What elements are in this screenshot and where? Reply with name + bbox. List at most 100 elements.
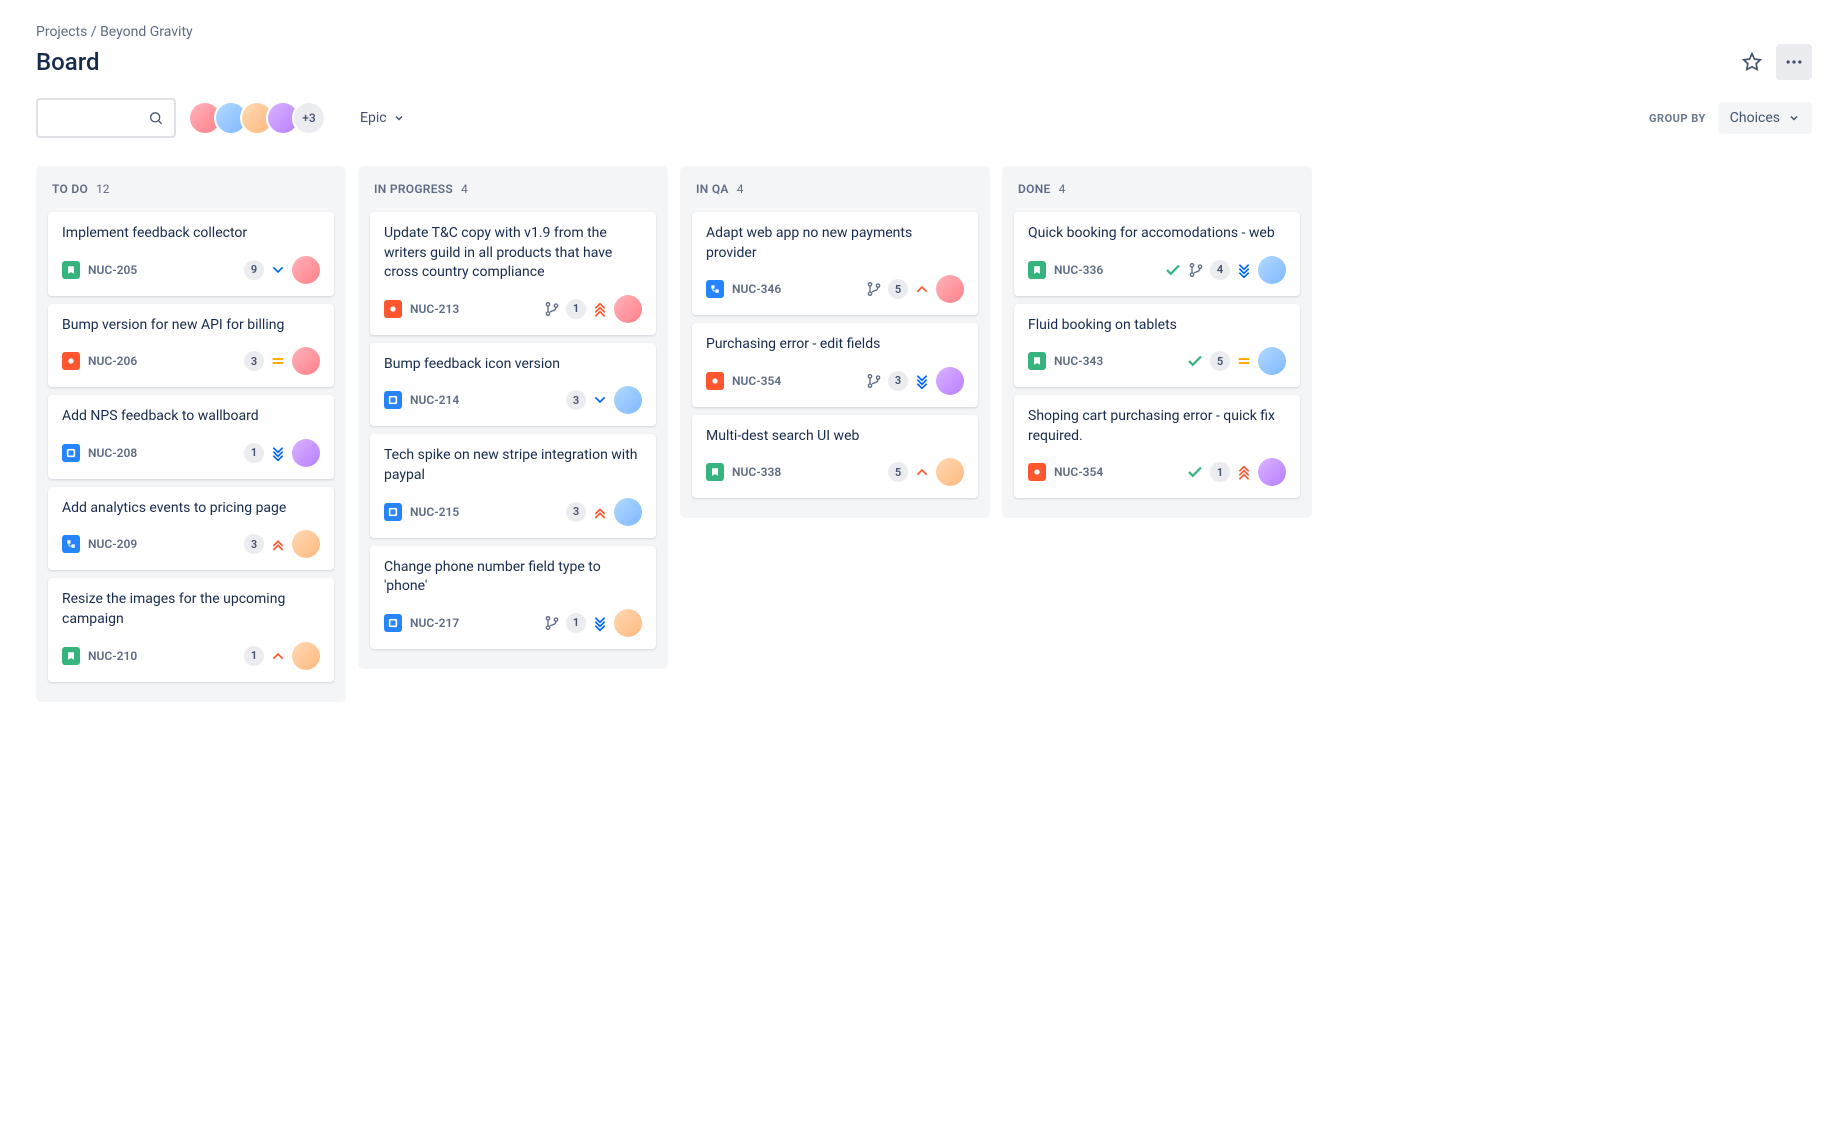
card-key: NUC-210 — [88, 649, 137, 663]
story-points-badge: 3 — [566, 390, 586, 410]
card[interactable]: Adapt web app no new payments provider N… — [692, 212, 978, 315]
assignee-avatar[interactable] — [614, 295, 642, 323]
card[interactable]: Resize the images for the upcoming campa… — [48, 578, 334, 681]
priority-lowest-icon — [914, 373, 930, 389]
card-title: Purchasing error - edit fields — [706, 335, 964, 355]
card-title: Bump feedback icon version — [384, 355, 642, 375]
column-count: 4 — [461, 182, 468, 196]
bug-type-icon — [62, 352, 80, 370]
bug-type-icon — [706, 372, 724, 390]
assignee-avatar[interactable] — [614, 386, 642, 414]
card[interactable]: Quick booking for accomodations - web NU… — [1014, 212, 1300, 296]
card-key: NUC-354 — [1054, 465, 1103, 479]
assignee-avatar[interactable] — [1258, 256, 1286, 284]
bug-type-icon — [1028, 463, 1046, 481]
priority-high-single-icon — [270, 648, 286, 664]
priority-high-single-icon — [914, 464, 930, 480]
search-input-wrapper[interactable] — [36, 98, 176, 138]
more-icon — [1784, 52, 1804, 72]
priority-highest-icon — [1236, 464, 1252, 480]
assignee-avatar[interactable] — [1258, 458, 1286, 486]
card-key: NUC-343 — [1054, 354, 1103, 368]
column-count: 12 — [96, 182, 110, 196]
assignee-avatar[interactable] — [292, 530, 320, 558]
star-icon — [1742, 52, 1762, 72]
column-to-do: TO DO 12 Implement feedback collector NU… — [36, 166, 346, 702]
assignee-avatar[interactable] — [292, 439, 320, 467]
assignee-avatar[interactable] — [292, 256, 320, 284]
task-type-icon — [384, 503, 402, 521]
story-points-badge: 9 — [244, 260, 264, 280]
kanban-board: TO DO 12 Implement feedback collector NU… — [36, 166, 1812, 702]
column-count: 4 — [1059, 182, 1066, 196]
groupby-dropdown[interactable]: Choices — [1718, 102, 1812, 134]
card[interactable]: Multi-dest search UI web NUC-338 5 — [692, 415, 978, 499]
priority-medium-icon — [270, 353, 286, 369]
card-title: Update T&C copy with v1.9 from the write… — [384, 224, 642, 283]
story-points-badge: 1 — [244, 646, 264, 666]
more-button[interactable] — [1776, 44, 1812, 80]
card-title: Change phone number field type to 'phone… — [384, 558, 642, 597]
assignee-avatar[interactable] — [936, 367, 964, 395]
search-icon — [148, 109, 164, 127]
column-in-progress: IN PROGRESS 4 Update T&C copy with v1.9 … — [358, 166, 668, 669]
story-points-badge: 5 — [888, 279, 908, 299]
priority-lowest-icon — [592, 615, 608, 631]
groupby-value: Choices — [1730, 110, 1780, 126]
subtask-type-icon — [706, 280, 724, 298]
card[interactable]: Add NPS feedback to wallboard NUC-208 1 — [48, 395, 334, 479]
card[interactable]: Add analytics events to pricing page NUC… — [48, 487, 334, 571]
story-points-badge: 3 — [566, 502, 586, 522]
card-key: NUC-206 — [88, 354, 137, 368]
assignee-avatar[interactable] — [1258, 347, 1286, 375]
branch-icon — [1188, 262, 1204, 278]
card[interactable]: Change phone number field type to 'phone… — [370, 546, 656, 649]
assignee-avatar[interactable] — [614, 498, 642, 526]
priority-high-single-icon — [914, 281, 930, 297]
card[interactable]: Purchasing error - edit fields NUC-354 3 — [692, 323, 978, 407]
card[interactable]: Shoping cart purchasing error - quick fi… — [1014, 395, 1300, 498]
assignee-avatar[interactable] — [292, 347, 320, 375]
story-type-icon — [1028, 352, 1046, 370]
star-button[interactable] — [1734, 44, 1770, 80]
priority-lowest-icon — [270, 445, 286, 461]
column-header: IN QA 4 — [692, 178, 978, 200]
column-header: DONE 4 — [1014, 178, 1300, 200]
card[interactable]: Tech spike on new stripe integration wit… — [370, 434, 656, 537]
bug-type-icon — [384, 300, 402, 318]
story-points-badge: 3 — [244, 351, 264, 371]
subtask-type-icon — [62, 535, 80, 553]
priority-low-icon — [270, 262, 286, 278]
done-check-icon — [1186, 463, 1204, 481]
story-points-badge: 3 — [244, 534, 264, 554]
priority-high-icon — [592, 504, 608, 520]
column-count: 4 — [737, 182, 744, 196]
card-key: NUC-346 — [732, 282, 781, 296]
card-key: NUC-354 — [732, 374, 781, 388]
card[interactable]: Update T&C copy with v1.9 from the write… — [370, 212, 656, 335]
epic-dropdown[interactable]: Epic — [350, 102, 415, 134]
card[interactable]: Bump feedback icon version NUC-214 3 — [370, 343, 656, 427]
card-key: NUC-336 — [1054, 263, 1103, 277]
member-avatars: +3 — [188, 101, 326, 135]
card[interactable]: Bump version for new API for billing NUC… — [48, 304, 334, 388]
card-key: NUC-209 — [88, 537, 137, 551]
assignee-avatar[interactable] — [292, 642, 320, 670]
story-type-icon — [706, 463, 724, 481]
card-title: Implement feedback collector — [62, 224, 320, 244]
assignee-avatar[interactable] — [936, 458, 964, 486]
card-key: NUC-213 — [410, 302, 459, 316]
groupby-label: GROUP BY — [1649, 112, 1706, 125]
chevron-down-icon — [1788, 112, 1800, 124]
search-input[interactable] — [48, 110, 148, 126]
task-type-icon — [384, 391, 402, 409]
story-points-badge: 1 — [566, 299, 586, 319]
done-check-icon — [1186, 352, 1204, 370]
breadcrumb-project-name[interactable]: Beyond Gravity — [100, 24, 193, 40]
assignee-avatar[interactable] — [614, 609, 642, 637]
card[interactable]: Fluid booking on tablets NUC-343 5 — [1014, 304, 1300, 388]
card[interactable]: Implement feedback collector NUC-205 9 — [48, 212, 334, 296]
avatar-more[interactable]: +3 — [292, 101, 326, 135]
breadcrumb-projects[interactable]: Projects — [36, 24, 87, 40]
assignee-avatar[interactable] — [936, 275, 964, 303]
